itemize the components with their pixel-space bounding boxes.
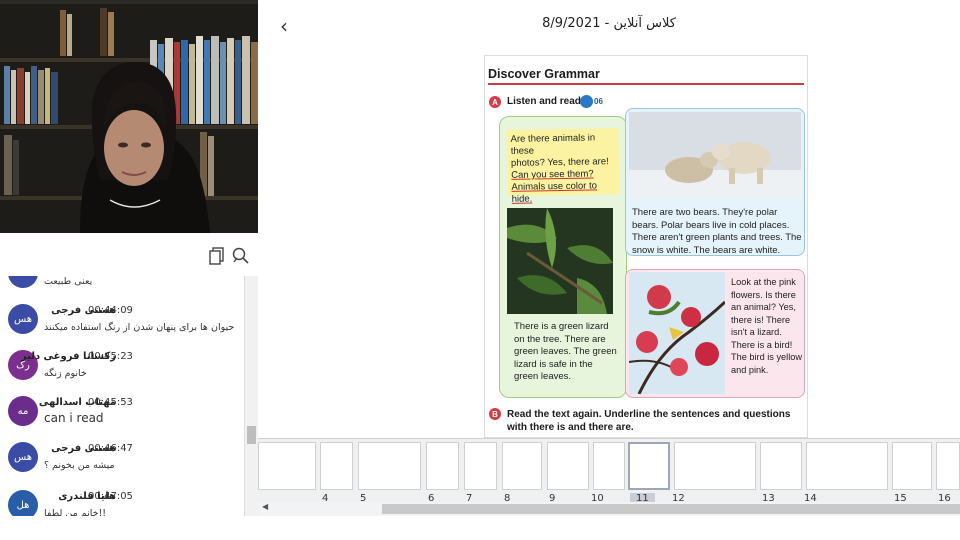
- slide-thumbnail[interactable]: [674, 442, 756, 490]
- lizard-caption: There is a green lizard on the tree. The…: [514, 321, 617, 382]
- chat-message-text: میشه من بخونم ؟: [44, 460, 115, 471]
- slide-heading: Discover Grammar: [488, 67, 600, 81]
- slide-thumbnail[interactable]: [426, 442, 459, 490]
- pink-flowers-photo: [629, 272, 725, 394]
- slide-thumbnail[interactable]: [936, 442, 960, 490]
- session-title: 8/9/2021 - کلاس آنلاین: [258, 16, 960, 31]
- chat-message-time: 00:44:09: [88, 305, 133, 316]
- slide-thumbnail[interactable]: [593, 442, 625, 490]
- chat-message: هس هستی فرجی 00:46:47 میشه من بخونم ؟: [0, 440, 244, 486]
- video-toolbar: [0, 236, 258, 276]
- session-date: 8/9/2021: [542, 16, 601, 31]
- chat-message-text: خانوم زنگه: [44, 368, 87, 379]
- flower-caption: Look at the pink flowers. Is there an an…: [731, 277, 802, 375]
- chat-message-text: can i read: [44, 411, 104, 425]
- teacher-video-image: [0, 0, 258, 233]
- class-name: کلاس آنلاین: [613, 16, 676, 31]
- chat-message: مه مهتاب اسدالهی 00:45:53 can i read: [0, 394, 244, 440]
- slide-thumbnail[interactable]: [320, 442, 353, 490]
- slide-thumbnail[interactable]: [547, 442, 589, 490]
- bottom-margin: [0, 516, 960, 540]
- question-line: photos? Yes, there are!: [510, 156, 609, 169]
- section-a-instruction: Listen and read.: [507, 96, 584, 107]
- presentation-slide: Discover Grammar A Listen and read. 06 A…: [484, 55, 808, 438]
- question-line: Are there animals in these: [510, 132, 596, 157]
- copy-icon[interactable]: [206, 245, 228, 267]
- chat-message-time: 00:46:47: [88, 443, 133, 454]
- chat-message: هس هستی فرجی 00:44:09 حیوان ها برای پنها…: [0, 302, 244, 348]
- chat-message: رک رکسانا فروغی دلیر 00:45:23 خانوم زنگه: [0, 348, 244, 394]
- chat-scroll-thumb[interactable]: [247, 426, 256, 444]
- slide-thumbnail[interactable]: [502, 442, 542, 490]
- slide-thumbnail[interactable]: [806, 442, 888, 490]
- slide-thumbnail[interactable]: [892, 442, 932, 490]
- avatar: هس: [8, 304, 38, 334]
- section-a-badge: A: [489, 96, 501, 108]
- bears-caption: There are two bears. They're polar bears…: [632, 207, 802, 256]
- scroll-left-icon[interactable]: ◀: [262, 502, 268, 511]
- chat-message-time: 00:45:53: [88, 397, 133, 408]
- avatar: [8, 276, 38, 288]
- top-bar: ‹ 8/9/2021 - کلاس آنلاین: [258, 0, 960, 50]
- section-b-badge: B: [489, 408, 501, 420]
- audio-track-number: 06: [594, 97, 603, 106]
- section-b-instruction: Read the text again. Underline the sente…: [507, 409, 791, 433]
- thumbnail-scrollbar[interactable]: ◀: [258, 502, 960, 516]
- slide-thumbnail[interactable]: [760, 442, 802, 490]
- chat-message-time: 00:47:05: [88, 491, 133, 502]
- slide-thumbnail[interactable]: [258, 442, 316, 490]
- chat-scrollbar[interactable]: [244, 276, 258, 540]
- heading-rule: [488, 83, 804, 85]
- chat-panel[interactable]: یعنی طبیعت هس هستی فرجی 00:44:09 حیوان ه…: [0, 276, 258, 540]
- slide-thumbnail-strip[interactable]: 4 5 6 7 8 9 10 11 12 13 14 15 16: [258, 438, 960, 504]
- avatar: مه: [8, 396, 38, 426]
- audio-icon[interactable]: [580, 95, 593, 108]
- polar-bears-photo: [629, 112, 801, 198]
- slide-thumbnail[interactable]: [358, 442, 421, 490]
- chat-message-text: یعنی طبیعت: [44, 276, 93, 287]
- question-line: Animals use color to hide.: [511, 180, 598, 205]
- chat-message-text: حیوان ها برای پنهان شدن از رنگ استفاده م…: [44, 322, 235, 333]
- slide-thumbnail-selected[interactable]: [628, 442, 670, 490]
- avatar: هس: [8, 442, 38, 472]
- chat-message-time: 00:45:23: [88, 351, 133, 362]
- chat-search-icon[interactable]: [230, 245, 252, 267]
- question-note: Are there animals in these photos? Yes, …: [506, 128, 620, 205]
- thumbnail-scroll-thumb[interactable]: [382, 504, 960, 514]
- title-separator: -: [600, 16, 614, 31]
- slide-thumbnail[interactable]: [464, 442, 497, 490]
- lizard-photo: [507, 208, 613, 314]
- video-feed: [0, 0, 258, 233]
